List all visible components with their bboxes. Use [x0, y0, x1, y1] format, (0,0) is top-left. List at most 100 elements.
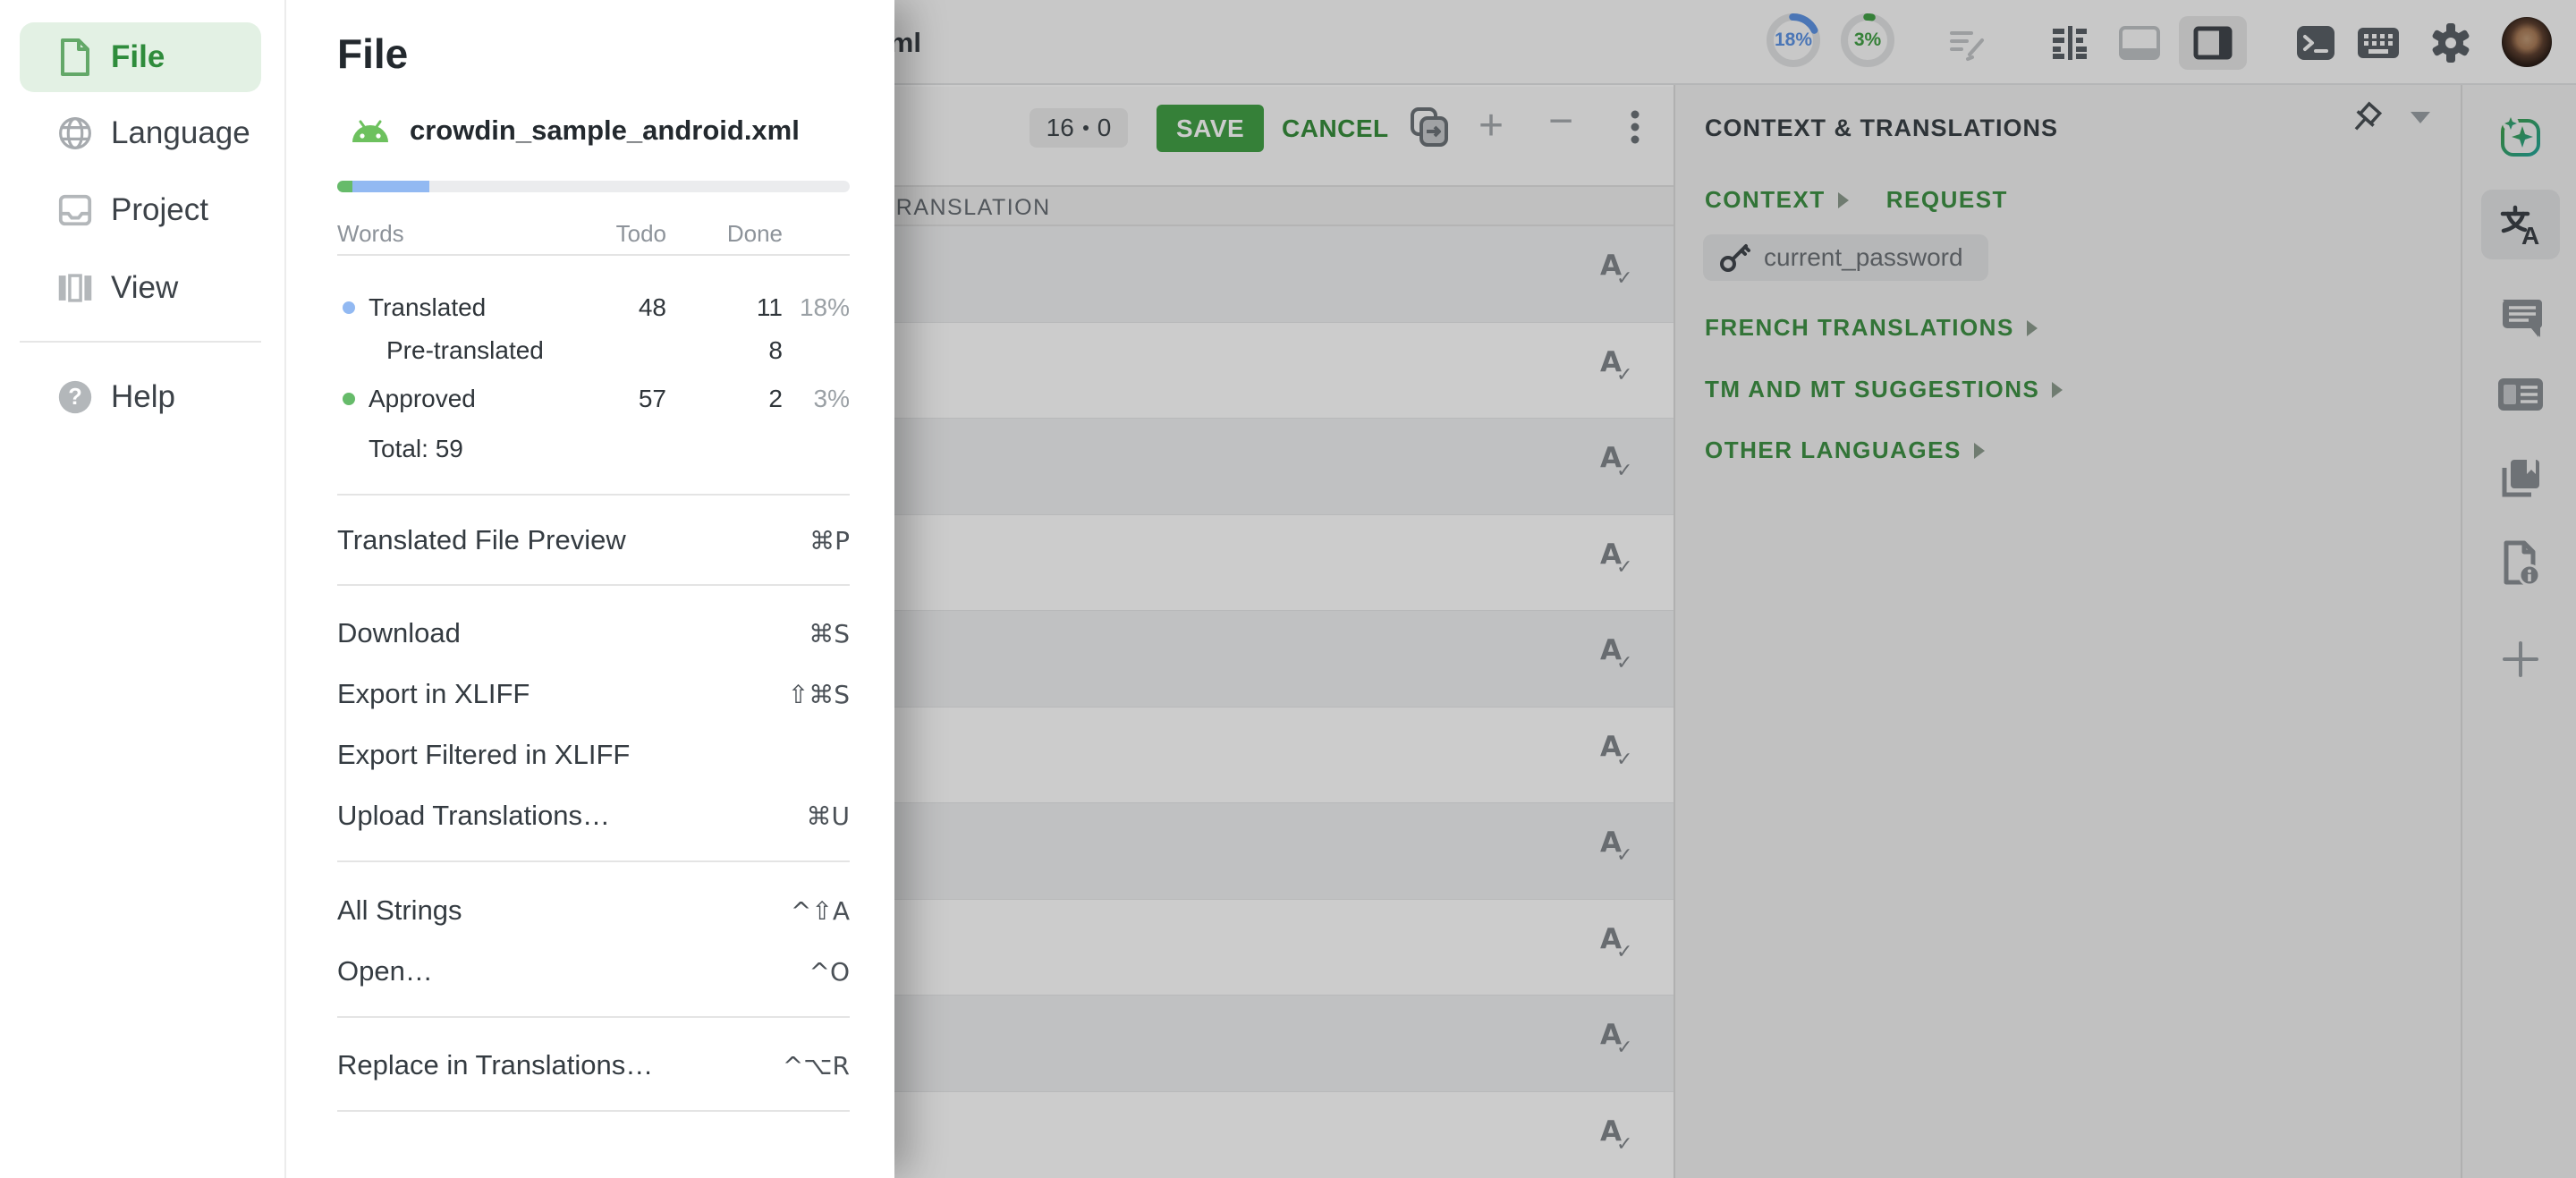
- section-other-languages[interactable]: OTHER LANGUAGES: [1705, 436, 1985, 464]
- translate-icon[interactable]: A: [2462, 199, 2576, 250]
- menu-item-all-strings[interactable]: All Strings ^⇧A: [337, 892, 850, 929]
- stat-done: 11: [693, 293, 783, 322]
- plus-icon[interactable]: +: [1479, 101, 1504, 150]
- sidebar-item-label: Help: [111, 379, 175, 415]
- progress-approved-segment: [337, 181, 352, 192]
- bottom-panel-view-icon[interactable]: [2118, 25, 2161, 61]
- spellcheck-icon[interactable]: A✓: [1600, 731, 1640, 775]
- section-french-translations[interactable]: FRENCH TRANSLATIONS: [1705, 314, 2038, 342]
- string-counter-chip: 16 0: [1030, 108, 1128, 148]
- section-label: FRENCH TRANSLATIONS: [1705, 314, 2014, 341]
- menu-divider: [337, 1016, 850, 1018]
- duplicate-icon[interactable]: [1409, 106, 1450, 153]
- split-rows-view-icon[interactable]: [2049, 22, 2090, 64]
- sidebar-item-project[interactable]: Project: [20, 175, 261, 245]
- file-icon: [57, 38, 93, 77]
- file-progress-bar: [337, 181, 850, 192]
- menu-item-label: Translated File Preview: [337, 524, 626, 556]
- current-file-row: crowdin_sample_android.xml: [347, 114, 800, 147]
- tab-context[interactable]: CONTEXT: [1705, 186, 1826, 214]
- spellcheck-icon[interactable]: A✓: [1600, 634, 1640, 679]
- menu-item-shortcut: ⌘U: [807, 801, 851, 831]
- menu-item-shortcut: ⇧⌘S: [788, 680, 850, 709]
- context-panel-title: CONTEXT & TRANSLATIONS: [1705, 114, 2058, 142]
- sidebar-item-label: File: [111, 39, 165, 75]
- menu-item-export-xliff[interactable]: Export in XLIFF ⇧⌘S: [337, 675, 850, 713]
- key-icon: [1717, 241, 1751, 275]
- help-icon: ?: [57, 377, 93, 417]
- sidebar-divider: [20, 341, 261, 343]
- menu-item-shortcut: ⌘S: [809, 619, 850, 648]
- add-panel-icon[interactable]: [2462, 638, 2576, 681]
- stats-col-todo: Todo: [577, 220, 666, 248]
- expand-arrow-icon: [2027, 320, 2038, 336]
- approved-percent-label: 3%: [1839, 12, 1896, 69]
- approved-progress-ring[interactable]: 3%: [1839, 12, 1896, 69]
- comment-icon[interactable]: [2462, 292, 2576, 339]
- stats-divider: [337, 254, 850, 256]
- sidebar-item-view[interactable]: View: [20, 253, 261, 323]
- glossary-icon[interactable]: [2462, 455, 2576, 502]
- menu-item-shortcut: ^O: [809, 957, 851, 987]
- expand-arrow-icon: [2052, 382, 2063, 398]
- right-panel-view-icon[interactable]: [2192, 25, 2233, 61]
- expand-arrow-icon: [1974, 443, 1985, 459]
- svg-text:A: A: [2521, 222, 2539, 250]
- menu-item-label: All Strings: [337, 894, 462, 927]
- chevron-down-icon[interactable]: [2411, 112, 2437, 133]
- article-icon[interactable]: [2462, 375, 2576, 414]
- context-tabs: CONTEXT REQUEST: [1705, 186, 2008, 214]
- section-tm-mt-suggestions[interactable]: TM AND MT SUGGESTIONS: [1705, 376, 2063, 403]
- tab-request[interactable]: REQUEST: [1886, 186, 2008, 214]
- menu-item-label: Export Filtered in XLIFF: [337, 739, 630, 771]
- unpin-icon[interactable]: [2346, 101, 2387, 142]
- menu-item-replace-in-translations[interactable]: Replace in Translations… ^⌥R: [337, 1047, 850, 1084]
- section-label: OTHER LANGUAGES: [1705, 436, 1962, 463]
- menu-item-label: Replace in Translations…: [337, 1049, 653, 1081]
- menu-item-shortcut: ^⌥R: [783, 1051, 850, 1081]
- android-icon: [347, 115, 394, 146]
- spellcheck-icon[interactable]: A✓: [1600, 346, 1640, 391]
- minus-icon[interactable]: −: [1548, 97, 1573, 146]
- spellcheck-icon[interactable]: A✓: [1600, 538, 1640, 583]
- sidebar-item-language[interactable]: Language: [20, 98, 261, 168]
- menu-item-label: Download: [337, 617, 461, 649]
- draft-icon[interactable]: [1946, 22, 1987, 64]
- sidebar-item-file[interactable]: File: [20, 22, 261, 92]
- translated-progress-ring[interactable]: 18%: [1765, 12, 1822, 69]
- stat-label: Translated: [369, 293, 486, 322]
- file-info-icon[interactable]: [2462, 539, 2576, 588]
- file-menu-panel: File crowdin_sample_android.xml Words To…: [286, 0, 894, 1178]
- stat-pct: 18%: [783, 293, 850, 322]
- ai-suggestions-icon[interactable]: [2462, 112, 2576, 162]
- sidebar-item-label: View: [111, 270, 178, 306]
- menu-item-translated-file-preview[interactable]: Translated File Preview ⌘P: [337, 521, 850, 559]
- spellcheck-icon[interactable]: A✓: [1600, 442, 1640, 487]
- kebab-menu-icon[interactable]: [1628, 107, 1642, 155]
- main-sidebar: File Language Project: [0, 0, 286, 1178]
- sidebar-item-label: Language: [111, 115, 250, 151]
- save-button[interactable]: SAVE: [1157, 105, 1264, 152]
- stat-done: 2: [693, 385, 783, 413]
- string-key-chip[interactable]: current_password: [1703, 234, 1988, 281]
- menu-item-upload-translations[interactable]: Upload Translations… ⌘U: [337, 797, 850, 835]
- stats-col-done: Done: [693, 220, 783, 248]
- terminal-icon[interactable]: [2294, 21, 2337, 64]
- menu-divider: [337, 1110, 850, 1112]
- menu-item-shortcut: ^⇧A: [791, 896, 850, 926]
- cancel-button[interactable]: CANCEL: [1282, 105, 1389, 152]
- sidebar-item-help[interactable]: ? Help: [20, 362, 261, 432]
- menu-item-download[interactable]: Download ⌘S: [337, 614, 850, 652]
- spellcheck-icon[interactable]: A✓: [1600, 1115, 1640, 1160]
- menu-item-label: Upload Translations…: [337, 800, 610, 832]
- gear-icon[interactable]: [2429, 21, 2472, 64]
- spellcheck-icon[interactable]: A✓: [1600, 923, 1640, 968]
- spellcheck-icon[interactable]: A✓: [1600, 826, 1640, 871]
- spellcheck-icon[interactable]: A✓: [1600, 1019, 1640, 1064]
- menu-item-open[interactable]: Open… ^O: [337, 953, 850, 990]
- menu-item-export-filtered-xliff[interactable]: Export Filtered in XLIFF: [337, 736, 850, 774]
- keyboard-icon[interactable]: [2356, 26, 2401, 60]
- menu-divider: [337, 584, 850, 586]
- spellcheck-icon[interactable]: A✓: [1600, 250, 1640, 294]
- user-avatar[interactable]: [2502, 17, 2552, 67]
